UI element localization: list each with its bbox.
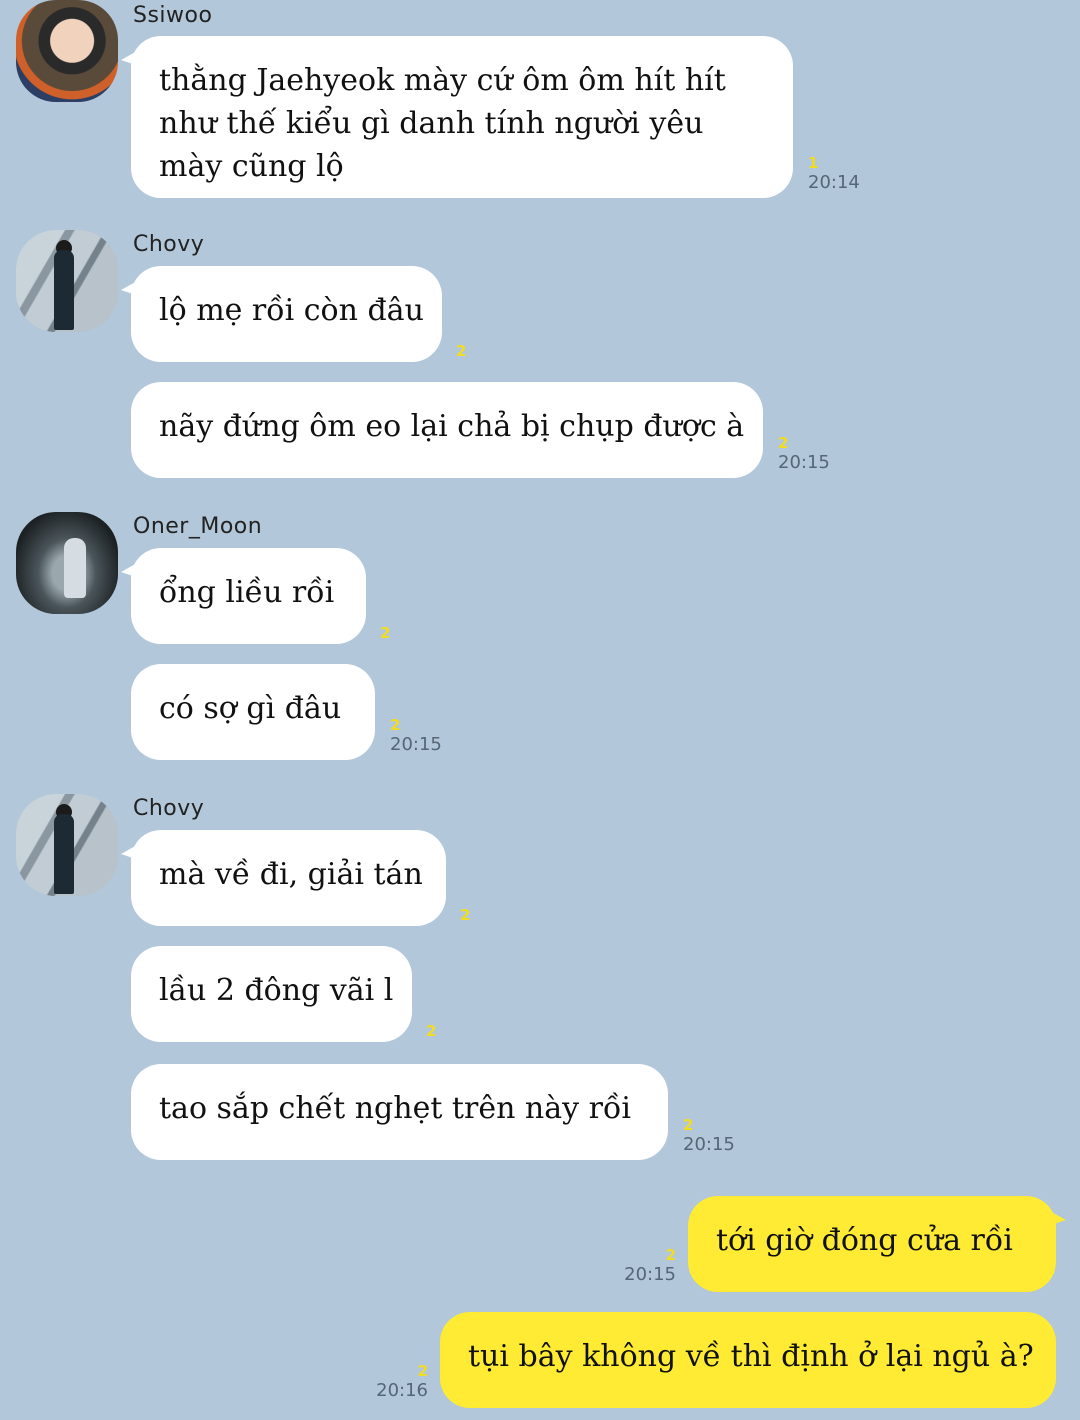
message-meta: 1 20:14 (808, 154, 860, 193)
timestamp: 20:15 (683, 1134, 735, 1155)
sender-name: Oner_Moon (133, 514, 263, 539)
message-text: lầu 2 đông vãi l (159, 973, 394, 1008)
timestamp: 20:15 (778, 452, 830, 473)
message-bubble[interactable]: ổng liều rồi (121, 548, 366, 644)
unread-count: 2 (380, 624, 391, 642)
avatar-chovy[interactable] (16, 230, 118, 332)
message-bubble[interactable]: lộ mẹ rồi còn đâu (121, 266, 442, 362)
unread-count: 2 (390, 716, 401, 734)
unread-count: 2 (683, 1116, 694, 1134)
avatar-oner-moon[interactable] (16, 512, 118, 614)
timestamp: 20:16 (376, 1380, 428, 1401)
unread-count: 2 (460, 906, 471, 924)
message-bubble[interactable]: có sợ gì đâu (131, 664, 375, 760)
message-line: thằng Jaehyeok mày cứ ôm ôm hít hít (159, 63, 726, 98)
sender-name: Chovy (133, 796, 205, 821)
message-bubble[interactable]: mà về đi, giải tán (121, 830, 446, 926)
unread-count: 2 (426, 1022, 437, 1040)
message-meta: 2 20:16 (362, 1362, 428, 1401)
unread-count: 2 (417, 1362, 428, 1380)
message-text: ổng liều rồi (159, 575, 335, 610)
message-text: có sợ gì đâu (159, 691, 342, 726)
sender-name: Chovy (133, 232, 205, 257)
avatar-chovy[interactable] (16, 794, 118, 896)
outgoing-message-bubble[interactable]: tụi bây không về thì định ở lại ngủ à? (440, 1312, 1056, 1408)
message-bubble[interactable]: tao sắp chết nghẹt trên này rồi (131, 1064, 668, 1160)
message-text: mà về đi, giải tán (159, 857, 423, 892)
message-text: lộ mẹ rồi còn đâu (159, 293, 424, 328)
message-bubble[interactable]: thằng Jaehyeok mày cứ ôm ôm hít hít như … (121, 36, 793, 198)
message-text: tụi bây không về thì định ở lại ngủ à? (468, 1339, 1034, 1374)
unread-count: 2 (456, 342, 467, 360)
message-text: tao sắp chết nghẹt trên này rồi (159, 1091, 631, 1126)
unread-count: 2 (665, 1246, 676, 1264)
message-meta: 2 (380, 624, 390, 642)
message-text: nãy đứng ôm eo lại chả bị chụp được à (159, 409, 745, 444)
timestamp: 20:15 (390, 734, 442, 755)
avatar-ssiwoo[interactable] (16, 0, 118, 102)
sender-name: Ssiwoo (133, 3, 213, 28)
unread-count: 1 (808, 154, 819, 172)
message-bubble[interactable]: nãy đứng ôm eo lại chả bị chụp được à (131, 382, 763, 478)
unread-count: 2 (778, 434, 789, 452)
message-text: tới giờ đóng cửa rồi (716, 1223, 1013, 1258)
outgoing-message-bubble[interactable]: tới giờ đóng cửa rồi (688, 1196, 1066, 1292)
message-meta: 2 20:15 (610, 1246, 676, 1285)
message-line: mày cũng lộ (159, 149, 344, 184)
timestamp: 20:14 (808, 172, 860, 193)
message-meta: 2 20:15 (390, 716, 442, 755)
message-meta: 2 20:15 (778, 434, 830, 473)
message-bubble[interactable]: lầu 2 đông vãi l (131, 946, 412, 1042)
timestamp: 20:15 (624, 1264, 676, 1285)
message-meta: 2 (426, 1022, 436, 1040)
message-meta: 2 20:15 (683, 1116, 735, 1155)
message-line: như thế kiểu gì danh tính người yêu (159, 106, 704, 141)
message-meta: 2 (456, 342, 466, 360)
message-meta: 2 (460, 906, 470, 924)
